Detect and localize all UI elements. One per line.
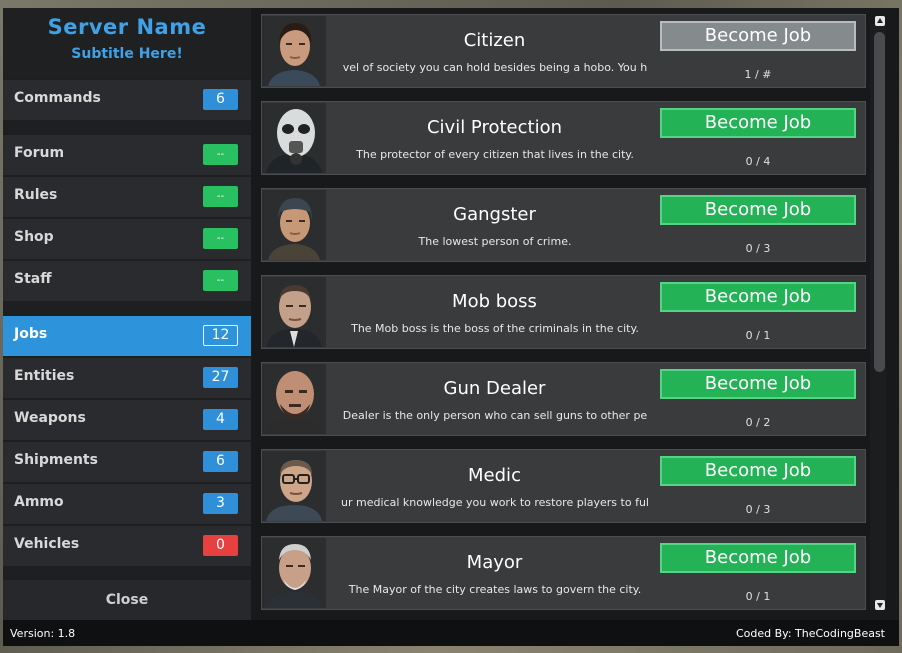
mayor-icon bbox=[262, 538, 326, 608]
job-title: Gangster bbox=[453, 204, 536, 225]
sidebar-item-label: Vehicles bbox=[14, 536, 80, 552]
sidebar-item-label: Jobs bbox=[14, 326, 48, 342]
job-description: The Mob boss is the boss of the criminal… bbox=[351, 322, 639, 335]
job-row-medic: Medic ur medical knowledge you work to r… bbox=[261, 449, 866, 523]
sidebar-item-ammo[interactable]: Ammo 3 bbox=[3, 484, 251, 524]
sidebar-item-label: Shipments bbox=[14, 452, 98, 468]
sidebar-item-label: Shop bbox=[14, 229, 54, 245]
sidebar-item-label: Weapons bbox=[14, 410, 86, 426]
job-title: Mob boss bbox=[452, 291, 537, 312]
become-job-button[interactable]: Become Job bbox=[660, 282, 856, 312]
become-job-button[interactable]: Become Job bbox=[660, 195, 856, 225]
sidebar-item-weapons[interactable]: Weapons 4 bbox=[3, 400, 251, 440]
job-row-civil-protection: Civil Protection The protector of every … bbox=[261, 101, 866, 175]
link-badge: -- bbox=[203, 186, 238, 207]
job-row-mob-boss: Mob boss The Mob boss is the boss of the… bbox=[261, 275, 866, 349]
become-job-button[interactable]: Become Job bbox=[660, 543, 856, 573]
job-title: Civil Protection bbox=[426, 117, 562, 138]
sidebar-item-label: Ammo bbox=[14, 494, 64, 510]
job-title: Medic bbox=[468, 465, 521, 486]
job-title: Gun Dealer bbox=[443, 378, 546, 399]
sidebar-item-staff[interactable]: Staff -- bbox=[3, 261, 251, 301]
civil-protection-icon bbox=[262, 103, 326, 173]
job-description: The protector of every citizen that live… bbox=[356, 148, 634, 161]
count-badge: 4 bbox=[203, 409, 238, 430]
job-slots: 0 / 1 bbox=[745, 329, 771, 342]
job-row-gun-dealer: Gun Dealer Dealer is the only person who… bbox=[261, 362, 866, 436]
sidebar-item-shop[interactable]: Shop -- bbox=[3, 219, 251, 259]
sidebar-item-jobs[interactable]: Jobs 12 bbox=[3, 316, 251, 356]
link-badge: -- bbox=[203, 228, 238, 249]
job-row-citizen: Citizen vel of society you can hold besi… bbox=[261, 14, 866, 88]
gun-dealer-icon bbox=[262, 364, 326, 434]
job-description: Dealer is the only person who can sell g… bbox=[342, 409, 648, 422]
become-job-button[interactable]: Become Job bbox=[660, 21, 856, 51]
sidebar-item-rules[interactable]: Rules -- bbox=[3, 177, 251, 217]
sidebar-item-label: Entities bbox=[14, 368, 75, 384]
sidebar-item-commands[interactable]: Commands 6 bbox=[3, 80, 251, 120]
job-description: The Mayor of the city creates laws to go… bbox=[348, 583, 642, 596]
job-title: Citizen bbox=[463, 30, 526, 51]
count-badge: 6 bbox=[203, 89, 238, 110]
job-slots: 0 / 2 bbox=[745, 416, 771, 429]
credits-label: Coded By: TheCodingBeast bbox=[735, 627, 885, 640]
count-badge: 0 bbox=[203, 535, 238, 556]
become-job-button[interactable]: Become Job bbox=[660, 108, 856, 138]
job-slots: 0 / 1 bbox=[745, 590, 771, 603]
link-badge: -- bbox=[203, 144, 238, 165]
sidebar-item-shipments[interactable]: Shipments 6 bbox=[3, 442, 251, 482]
count-badge: 3 bbox=[203, 493, 238, 514]
close-button[interactable]: Close bbox=[3, 580, 251, 620]
job-description: vel of society you can hold besides bein… bbox=[342, 61, 648, 74]
sidebar-item-entities[interactable]: Entities 27 bbox=[3, 358, 251, 398]
count-badge: 12 bbox=[203, 325, 238, 346]
citizen-icon bbox=[262, 16, 326, 86]
f4-menu-window: Server Name Subtitle Here! Commands 6 Fo… bbox=[3, 8, 899, 646]
job-description: ur medical knowledge you work to restore… bbox=[341, 496, 649, 509]
count-badge: 27 bbox=[203, 367, 238, 388]
become-job-button[interactable]: Become Job bbox=[660, 456, 856, 486]
version-label: Version: 1.8 bbox=[10, 627, 76, 640]
job-slots: 0 / 3 bbox=[745, 242, 771, 255]
link-badge: -- bbox=[203, 270, 238, 291]
brand-header: Server Name Subtitle Here! bbox=[3, 8, 251, 78]
sidebar-item-label: Staff bbox=[14, 271, 52, 287]
job-row-gangster: Gangster The lowest person of crime. Bec… bbox=[261, 188, 866, 262]
sidebar-item-label: Forum bbox=[14, 145, 65, 161]
scroll-up-arrow-icon[interactable] bbox=[875, 16, 885, 26]
gangster-icon bbox=[262, 190, 326, 260]
job-slots: 1 / # bbox=[744, 68, 772, 81]
scrollbar-thumb[interactable] bbox=[874, 32, 885, 372]
job-row-mayor: Mayor The Mayor of the city creates laws… bbox=[261, 536, 866, 610]
job-slots: 0 / 4 bbox=[745, 155, 771, 168]
mob-boss-icon bbox=[262, 277, 326, 347]
sidebar-item-label: Rules bbox=[14, 187, 58, 203]
medic-icon bbox=[262, 451, 326, 521]
job-slots: 0 / 3 bbox=[745, 503, 771, 516]
jobs-list: Citizen vel of society you can hold besi… bbox=[251, 8, 899, 620]
server-name: Server Name bbox=[47, 15, 207, 39]
server-subtitle: Subtitle Here! bbox=[71, 46, 183, 62]
become-job-button[interactable]: Become Job bbox=[660, 369, 856, 399]
sidebar-item-label: Commands bbox=[14, 90, 101, 106]
sidebar: Server Name Subtitle Here! Commands 6 Fo… bbox=[3, 8, 251, 620]
count-badge: 6 bbox=[203, 451, 238, 472]
job-description: The lowest person of crime. bbox=[418, 235, 572, 248]
job-title: Mayor bbox=[466, 552, 523, 573]
sidebar-item-forum[interactable]: Forum -- bbox=[3, 135, 251, 175]
scroll-down-arrow-icon[interactable] bbox=[875, 600, 885, 610]
footer: Version: 1.8 Coded By: TheCodingBeast bbox=[3, 620, 899, 646]
sidebar-item-vehicles[interactable]: Vehicles 0 bbox=[3, 526, 251, 566]
